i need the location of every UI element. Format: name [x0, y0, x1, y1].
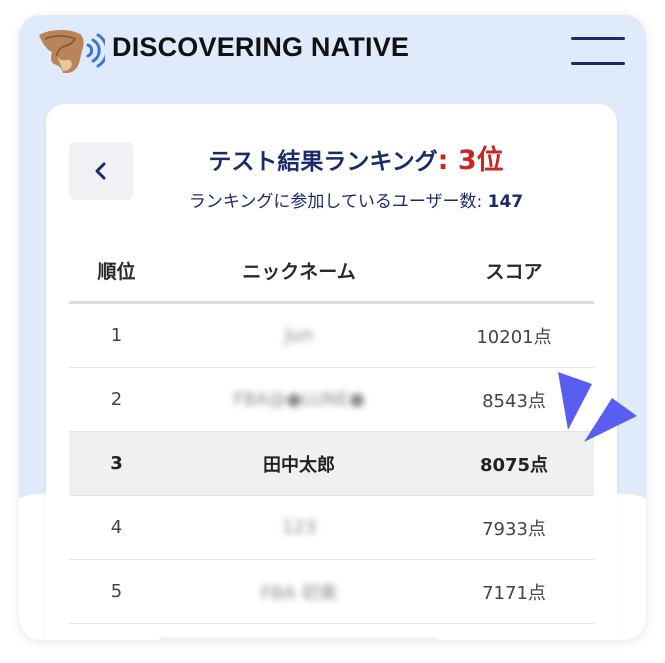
hamburger-menu-icon[interactable] — [571, 37, 625, 65]
row-rank: 3 — [110, 453, 123, 474]
row-rank: 2 — [110, 389, 123, 410]
table-row: 4 123 7933点 — [69, 496, 594, 560]
row-score: 8075点 — [479, 454, 549, 476]
table-row-current-user: 3 田中太郎 8075点 — [69, 432, 594, 496]
row-nickname: FBA@●LUNE● — [233, 389, 365, 410]
site-header: DISCOVERING NATIVE — [19, 15, 646, 90]
row-nickname: FBA 初奥 — [260, 582, 338, 604]
chevron-left-icon — [95, 162, 106, 180]
loading-placeholder — [156, 638, 441, 640]
sparkle-pointer-icon — [558, 372, 637, 442]
current-rank: : 3位 — [437, 145, 504, 176]
row-score: 7171点 — [482, 582, 546, 604]
table-row: 1 Jun 10201点 — [69, 304, 594, 368]
brand-name[interactable]: DISCOVERING NATIVE — [112, 32, 409, 63]
ranking-table: 順位 ニックネーム スコア 1 Jun 10201点 2 FBA@●LUNE● … — [69, 239, 594, 624]
ranking-title: テスト結果ランキング: 3位 — [156, 138, 556, 177]
row-rank: 1 — [110, 325, 123, 346]
row-nickname: 田中太郎 — [263, 454, 335, 476]
speaking-head-icon[interactable] — [35, 25, 109, 81]
app-frame: DISCOVERING NATIVE テスト結果ランキング: 3位 ランキングに… — [19, 15, 646, 640]
row-rank: 5 — [110, 581, 123, 602]
row-score: 10201点 — [476, 326, 552, 348]
table-row: 5 FBA 初奥 7171点 — [69, 560, 594, 624]
row-nickname: 123 — [281, 517, 317, 538]
table-row: 2 FBA@●LUNE● 8543点 — [69, 368, 594, 432]
header-nickname: ニックネーム — [242, 260, 356, 283]
ranking-title-text: テスト結果ランキング — [208, 149, 438, 175]
row-nickname: Jun — [284, 325, 314, 346]
participants-info: ランキングに参加しているユーザー数: 147 — [106, 187, 606, 212]
header-score: スコア — [485, 260, 543, 283]
row-score: 7933点 — [482, 518, 546, 540]
ranking-card: テスト結果ランキング: 3位 ランキングに参加しているユーザー数: 147 順位… — [46, 104, 617, 640]
table-header: 順位 ニックネーム スコア — [69, 239, 594, 304]
header-rank: 順位 — [97, 260, 136, 283]
participants-count: 147 — [487, 192, 524, 212]
row-rank: 4 — [110, 517, 123, 538]
participants-label: ランキングに参加しているユーザー数: — [188, 192, 488, 212]
